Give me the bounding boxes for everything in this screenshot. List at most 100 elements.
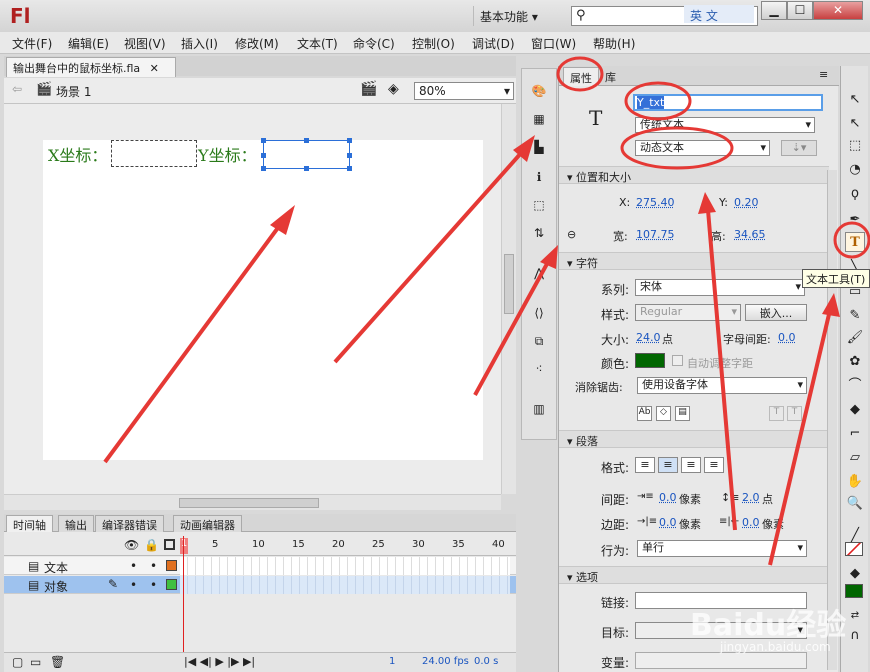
close-icon[interactable]: ✕ [150,62,159,75]
text-tool-icon[interactable]: T [845,232,865,252]
properties-scrollbar[interactable] [827,170,837,670]
back-arrow-icon[interactable]: ⇦ [12,82,22,96]
options-section[interactable]: ▾ 选项 [559,566,829,584]
eyedropper-tool-icon[interactable]: ⌐ [845,424,865,444]
layer-visibility-dot[interactable]: • [130,559,137,573]
history-icon[interactable]: ▥ [531,401,547,417]
y-value[interactable]: 0.20 [734,196,759,209]
x-value[interactable]: 275.40 [636,196,675,209]
menu-text[interactable]: 文本(T) [297,35,338,52]
tab-motion-editor[interactable]: 动画编辑器 [173,515,242,532]
edit-scene-icon[interactable]: 🎬 [360,81,377,97]
justify-icon[interactable]: ≡ [704,457,724,473]
left-margin-value[interactable]: 0.0 [659,516,677,529]
document-tab[interactable]: 输出舞台中的鼠标坐标.fla ✕ [6,57,176,77]
frame-rate[interactable]: 24.00 fps [422,656,469,667]
minimize-button[interactable]: ▁ [761,1,787,20]
align-center-icon[interactable]: ≡ [658,457,678,473]
font-family-select[interactable]: 宋体 [635,279,805,296]
swatches-icon[interactable]: ▦ [531,111,547,127]
edit-symbol-icon[interactable]: ◈ [388,81,399,97]
info-icon[interactable]: ℹ [531,169,547,185]
text-type-select[interactable]: 动态文本 [635,140,770,156]
text-color-swatch[interactable] [635,353,665,368]
color-panel-icon[interactable]: 🎨 [531,83,547,99]
tab-library[interactable]: 库 [605,69,616,85]
menu-insert[interactable]: 插入(I) [181,35,218,52]
layer-color-swatch[interactable] [166,560,177,571]
tab-output[interactable]: 输出 [58,515,94,532]
bone-tool-icon[interactable]: ⌒ [845,376,865,396]
letter-spacing-value[interactable]: 0.0 [778,331,796,344]
menu-debug[interactable]: 调试(D) [472,35,515,52]
layer-lock-dot[interactable]: • [150,559,157,573]
stroke-swatch[interactable] [845,542,863,556]
movie-explorer-icon[interactable]: ⁖ [531,361,547,377]
eye-icon[interactable]: 👁 [124,538,139,552]
menu-edit[interactable]: 编辑(E) [68,35,109,52]
embed-button[interactable]: 嵌入... [745,304,807,321]
workspace-switcher[interactable]: 基本功能 ▾ [473,6,561,26]
outline-icon[interactable] [164,539,175,550]
layer-row[interactable]: ▤ 文本 • • [4,557,516,575]
variable-input[interactable] [635,652,807,669]
new-folder-icon[interactable]: ▭ [30,655,41,669]
panel-menu-icon[interactable]: ≡ [819,68,828,81]
layer-name[interactable]: 对象 [44,578,68,595]
subscript-icon[interactable]: T [787,406,802,421]
motion-presets-icon[interactable]: ⋀ [531,265,547,281]
pencil-tool-icon[interactable]: ✎ [845,306,865,326]
restore-button[interactable]: ☐ [787,1,813,20]
layer-frames[interactable] [180,557,510,575]
swap-colors-icon[interactable]: ⇄ [845,606,865,626]
position-size-section[interactable]: ▾ 位置和大小 [559,166,829,184]
new-layer-icon[interactable]: ▢ [12,655,23,669]
ime-indicator[interactable]: 英 文 [684,5,754,23]
layer-visibility-dot[interactable]: • [130,578,137,592]
free-transform-tool-icon[interactable]: ⬚ [845,136,865,156]
subselection-tool-icon[interactable]: ↖ [845,114,865,134]
behavior-select[interactable]: 单行 [637,540,807,557]
menu-file[interactable]: 文件(F) [12,35,52,52]
lasso-tool-icon[interactable]: ϙ [845,184,865,204]
playback-controls-icon[interactable]: |◀ ◀| ▶ |▶ ▶| [184,655,255,668]
font-size-value[interactable]: 24.0 [636,331,661,344]
tab-properties[interactable]: 属性 [563,67,599,86]
link-proportions-icon[interactable]: ⊖ [567,228,576,241]
layer-frames[interactable] [180,576,510,594]
right-margin-value[interactable]: 0.0 [742,516,760,529]
tab-compiler-errors[interactable]: 编译器错误 [95,515,164,532]
orientation-button[interactable]: ⇣▾ [781,140,817,156]
brush-tool-icon[interactable]: 🖌 [845,328,865,348]
zoom-select[interactable]: 80% [414,82,514,100]
autokern-checkbox[interactable] [672,355,683,366]
font-style-select[interactable]: Regular [635,304,741,321]
stage-horizontal-scrollbar[interactable] [4,494,501,510]
align-left-icon[interactable]: ≡ [635,457,655,473]
transform-icon[interactable]: ⬚ [531,197,547,213]
stage[interactable]: X坐标： Y坐标： [43,138,483,460]
pen-tool-icon[interactable]: ✒ [845,210,865,230]
selection-tool-icon[interactable]: ↖ [845,90,865,110]
playhead[interactable] [183,536,184,654]
snap-magnet-icon[interactable]: ∩ [845,626,865,646]
trash-icon[interactable]: 🗑 [50,655,65,669]
menu-commands[interactable]: 命令(C) [353,35,395,52]
menu-window[interactable]: 窗口(W) [531,35,576,52]
character-section[interactable]: ▾ 字符 [559,252,829,270]
y-textfield-selected[interactable] [261,138,352,171]
selectable-icon[interactable]: Ab [637,406,652,421]
width-value[interactable]: 107.75 [636,228,675,241]
superscript-icon[interactable]: T [769,406,784,421]
layer-name[interactable]: 文本 [44,559,68,576]
layer-row-selected[interactable]: ▤ 对象 ✎ • • [4,576,516,594]
layer-lock-dot[interactable]: • [150,578,157,592]
current-frame[interactable]: 1 [389,656,395,667]
menu-help[interactable]: 帮助(H) [593,35,635,52]
html-render-icon[interactable]: ◇ [656,406,671,421]
menu-modify[interactable]: 修改(M) [235,35,279,52]
scroll-thumb[interactable] [179,498,319,508]
text-engine-select[interactable]: 传统文本 [635,117,815,133]
scroll-thumb[interactable] [504,254,514,314]
paint-bucket-tool-icon[interactable]: ◆ [845,400,865,420]
